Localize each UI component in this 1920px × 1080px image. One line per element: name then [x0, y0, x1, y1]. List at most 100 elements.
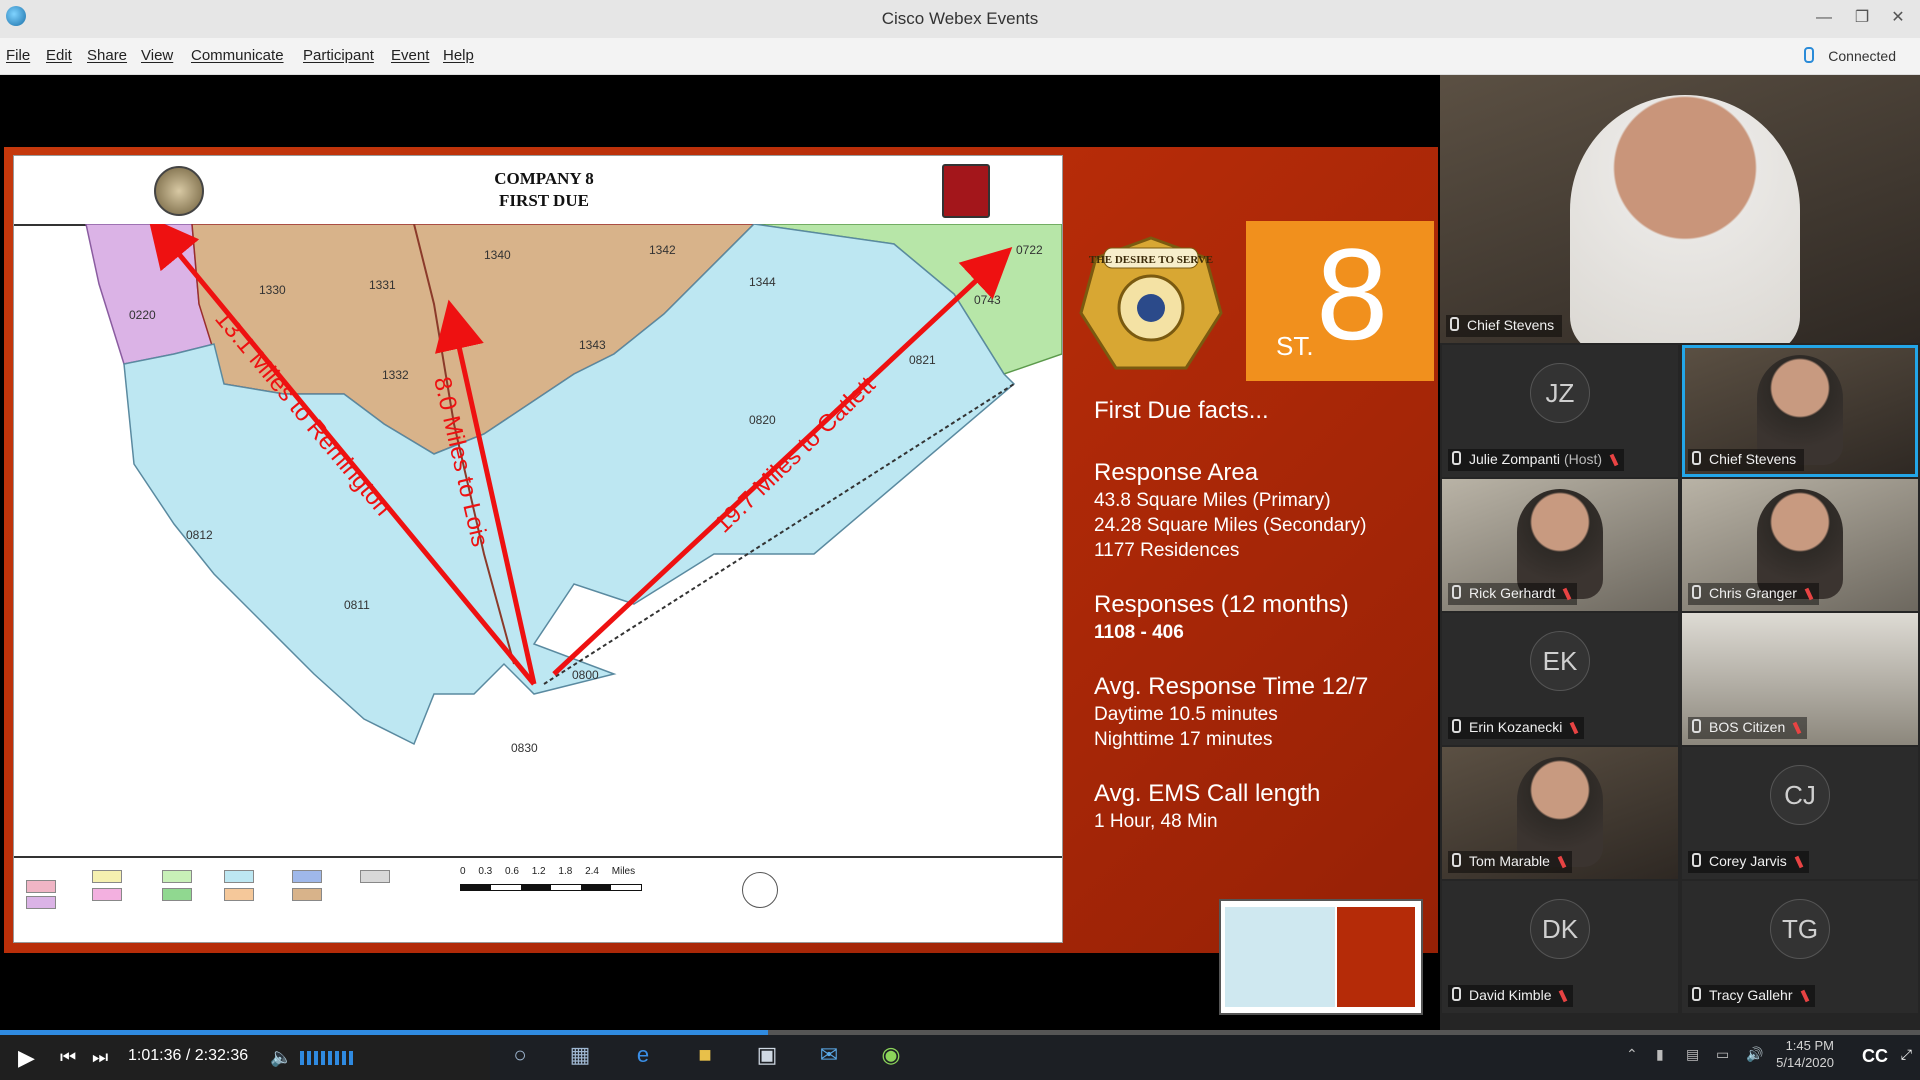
fast-forward-icon[interactable]: ⏭: [92, 1047, 108, 1068]
section-line: Daytime 10.5 minutes: [1094, 704, 1278, 725]
participant-name-row: Chris Granger: [1688, 583, 1819, 605]
participant-name-row: Julie Zompanti (Host): [1448, 449, 1625, 471]
mic-icon: [1452, 719, 1461, 733]
menu-edit[interactable]: Edit: [46, 47, 72, 64]
legend-swatch: [224, 888, 254, 901]
minimize-icon[interactable]: —: [1810, 4, 1838, 32]
mic-icon: [1452, 987, 1461, 1001]
webex-taskbar-icon[interactable]: ◉: [876, 1040, 906, 1070]
zone-label: 0722: [1016, 243, 1043, 257]
participant-video-panel: Chief Stevens JZ Julie Zompanti (Host) C…: [1440, 75, 1920, 1030]
video-feed: [1570, 95, 1800, 343]
participant-tile[interactable]: CJ Corey Jarvis: [1682, 747, 1918, 879]
section-heading: Response Area: [1094, 459, 1259, 486]
tray-network-icon[interactable]: ▤: [1686, 1046, 1699, 1063]
play-icon[interactable]: ▶: [18, 1045, 35, 1071]
menu-file[interactable]: File: [6, 47, 30, 64]
zone-label: 1344: [749, 275, 776, 289]
station-number-badge: ST. 8: [1246, 221, 1434, 381]
menu-communicate[interactable]: Communicate: [191, 47, 284, 64]
participant-tile[interactable]: BOS Citizen: [1682, 613, 1918, 745]
connection-label: Connected: [1828, 48, 1896, 64]
section-line: 24.28 Square Miles (Secondary): [1094, 515, 1367, 536]
slide-preview-thumbnail[interactable]: [1219, 899, 1423, 1015]
scale-tick: 2.4: [585, 866, 599, 877]
menu-help[interactable]: Help: [443, 47, 474, 64]
closed-captions-button[interactable]: CC: [1862, 1046, 1888, 1067]
system-clock[interactable]: 1:45 PM 5/14/2020: [1776, 1037, 1834, 1071]
participant-name-row: Rick Gerhardt: [1448, 583, 1578, 605]
menu-view[interactable]: View: [141, 47, 173, 64]
legend-swatch: [26, 896, 56, 909]
section-heading: Avg. EMS Call length: [1094, 780, 1321, 807]
menu-participant[interactable]: Participant: [303, 47, 374, 64]
mic-icon: [1692, 451, 1701, 465]
volume-icon[interactable]: 🔈: [270, 1047, 292, 1068]
menu-share[interactable]: Share: [87, 47, 127, 64]
legend-swatch: [162, 870, 192, 883]
participant-avatar: TG: [1770, 899, 1830, 959]
participant-avatar: DK: [1530, 899, 1590, 959]
participant-tile[interactable]: JZ Julie Zompanti (Host): [1442, 345, 1678, 477]
fire-rescue-badge-icon: [942, 164, 990, 218]
participant-tile[interactable]: EK Erin Kozanecki: [1442, 613, 1678, 745]
participant-tile[interactable]: Tom Marable: [1442, 747, 1678, 879]
participant-tile[interactable]: Chief Stevens: [1682, 345, 1918, 477]
mic-icon: [1692, 585, 1701, 599]
legend-swatch: [92, 888, 122, 901]
section-line: 43.8 Square Miles (Primary): [1094, 490, 1331, 511]
connection-status: Connected: [1804, 47, 1896, 64]
map-title-line2: FIRST DUE: [499, 191, 589, 210]
legend-swatch: [360, 870, 390, 883]
tray-volume-icon[interactable]: 🔊: [1746, 1046, 1763, 1063]
menu-event[interactable]: Event: [391, 47, 429, 64]
volume-slider[interactable]: [300, 1051, 356, 1065]
compass-icon: [742, 872, 778, 908]
map-title-line1: COMPANY 8: [494, 169, 594, 188]
file-explorer-icon[interactable]: ■: [690, 1040, 720, 1070]
restore-icon[interactable]: ❐: [1848, 4, 1876, 32]
playback-time: 1:01:36 / 2:32:36: [128, 1047, 249, 1064]
participant-name-row: Chief Stevens: [1688, 449, 1805, 471]
active-speaker-video[interactable]: Chief Stevens: [1440, 75, 1920, 343]
fullscreen-icon[interactable]: ⤢: [1901, 1046, 1912, 1063]
station-number: 8: [1316, 221, 1389, 367]
close-icon[interactable]: ✕: [1884, 4, 1912, 32]
participant-tile[interactable]: Chris Granger: [1682, 479, 1918, 611]
edge-browser-icon[interactable]: e: [628, 1040, 658, 1070]
participant-tile[interactable]: Rick Gerhardt: [1442, 479, 1678, 611]
mic-icon: [1452, 585, 1461, 599]
muted-icon: [1804, 587, 1814, 601]
participant-name-row: Tom Marable: [1448, 851, 1572, 873]
clock-date: 5/14/2020: [1776, 1055, 1834, 1070]
zone-label: 0220: [129, 308, 156, 322]
participant-tile[interactable]: DK David Kimble: [1442, 881, 1678, 1013]
participant-name-row: David Kimble: [1448, 985, 1574, 1007]
participant-name-row: Corey Jarvis: [1688, 851, 1809, 873]
mic-icon: [1452, 853, 1461, 867]
task-view-icon[interactable]: ▦: [565, 1040, 595, 1070]
zone-label: 0830: [511, 741, 538, 755]
section-heading: Avg. Response Time 12/7: [1094, 673, 1369, 700]
store-icon[interactable]: ▣: [752, 1040, 782, 1070]
search-icon[interactable]: ○: [505, 1040, 535, 1070]
rewind-icon[interactable]: ⏮: [60, 1047, 76, 1068]
participant-name: Chief Stevens: [1709, 451, 1797, 467]
legend-swatch: [292, 888, 322, 901]
zone-label: 1332: [382, 368, 409, 382]
participant-name: Tracy Gallehr: [1709, 987, 1793, 1003]
participant-name: Corey Jarvis: [1709, 853, 1787, 869]
fire-department-logo-icon: THE DESIRE TO SERVE: [1079, 236, 1223, 370]
mail-icon[interactable]: ✉: [814, 1040, 844, 1070]
participant-name: Chief Stevens: [1467, 317, 1555, 333]
mic-icon: [1450, 317, 1459, 331]
tray-chevron-icon[interactable]: ⌃: [1626, 1046, 1638, 1063]
tray-mic-icon[interactable]: ▮: [1656, 1046, 1664, 1063]
zone-label: 1330: [259, 283, 286, 297]
video-player-controls: ▶ ⏮ ⏭ 1:01:36 / 2:32:36 🔈: [0, 1035, 490, 1080]
facts-title: First Due facts...: [1094, 397, 1269, 424]
elapsed-time: 1:01:36: [128, 1047, 182, 1064]
participant-tile[interactable]: TG Tracy Gallehr: [1682, 881, 1918, 1013]
tray-display-icon[interactable]: ▭: [1716, 1046, 1729, 1063]
legend-swatch: [292, 870, 322, 883]
